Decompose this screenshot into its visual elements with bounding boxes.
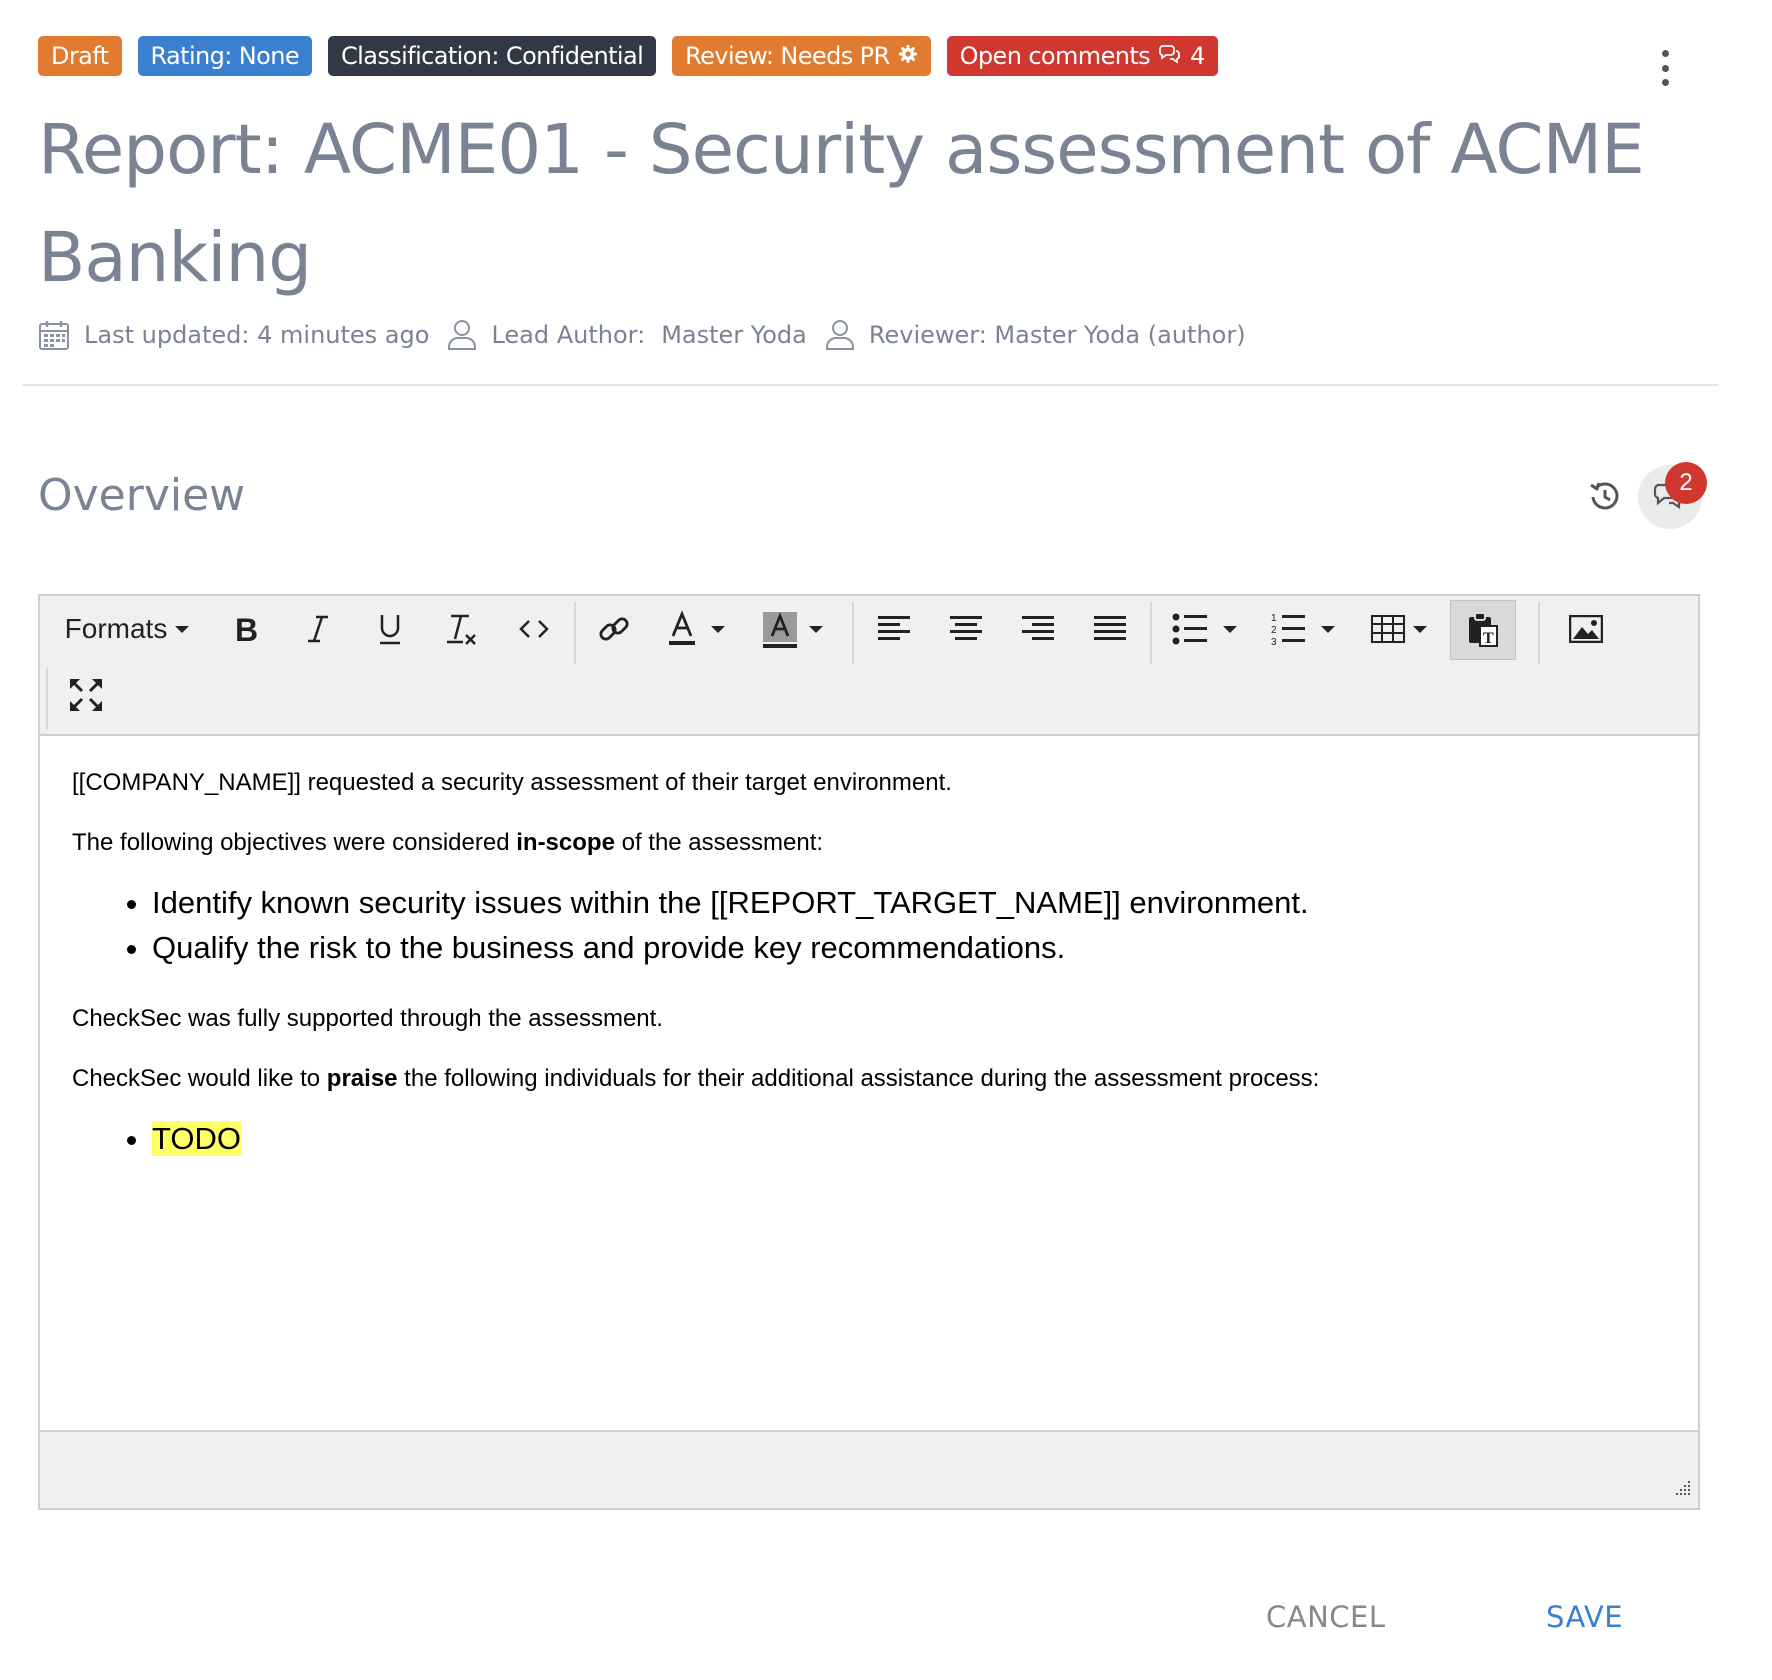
save-button[interactable]: SAVE [1546,1600,1623,1634]
resize-handle-icon[interactable] [1672,1477,1692,1502]
image-icon[interactable] [1556,600,1616,658]
fullscreen-icon[interactable] [62,666,110,724]
paragraph: CheckSec would like to praise the follow… [72,1062,1672,1096]
paragraph: CheckSec was fully supported through the… [72,1005,663,1032]
more-options-icon[interactable] [1655,50,1675,86]
draft-badge[interactable]: Draft [38,36,122,76]
last-updated: Last updated: 4 minutes ago [84,321,430,349]
svg-text:2: 2 [1271,625,1277,636]
user-icon [447,319,477,351]
comment-count-badge: 2 [1665,462,1707,504]
objectives-list: Identify known security issues within th… [72,880,1672,970]
background-color-icon[interactable] [756,600,804,658]
review-badge[interactable]: Review: Needs PR [672,36,931,76]
list-item: Qualify the risk to the business and pro… [152,925,1672,970]
toolbar-separator [46,668,48,730]
header-divider [22,384,1718,386]
align-right-icon[interactable] [1014,600,1062,658]
editor-statusbar [40,1430,1698,1508]
reviewer: Reviewer: Master Yoda (author) [868,321,1246,349]
cancel-button[interactable]: CANCEL [1266,1600,1386,1634]
praise-list: TODO [72,1116,1672,1161]
bullet-list-icon[interactable] [1166,600,1214,658]
status-badges: Draft Rating: None Classification: Confi… [38,36,1218,76]
svg-text:3: 3 [1271,637,1277,647]
chevron-down-icon [175,625,190,633]
rating-badge[interactable]: Rating: None [137,36,313,76]
chevron-down-icon [809,625,823,633]
svg-text:T: T [1483,630,1494,647]
formats-label: Formats [64,613,168,644]
align-justify-icon[interactable] [1086,600,1134,658]
editor-content[interactable]: [[COMPANY_NAME]] requested a security as… [72,766,1672,1161]
text-span: the following individuals for their addi… [397,1065,1320,1092]
open-comments-label: Open comments [959,42,1151,70]
lead-author-label: Lead Author: [491,321,646,349]
comments-icon [1158,36,1182,76]
highlighted-text: TODO [152,1121,241,1156]
list-item: TODO [152,1116,1672,1161]
toolbar-separator [574,602,576,664]
underline-button[interactable] [366,600,414,658]
list-item: Identify known security issues within th… [152,880,1672,925]
rating-badge-label: Rating: None [150,42,300,70]
classification-badge[interactable]: Classification: Confidential [328,36,657,76]
text-span: CheckSec would like to [72,1065,327,1092]
toolbar-separator [1150,602,1152,664]
chevron-down-icon [1413,625,1427,633]
chevron-down-icon [1223,625,1237,633]
svg-text:B: B [235,613,258,645]
bullet-list-dropdown[interactable] [1216,600,1244,658]
background-color-dropdown[interactable] [802,600,830,658]
calendar-icon [38,319,70,351]
code-icon[interactable] [510,600,558,658]
history-icon[interactable] [1588,480,1622,519]
section-title: Overview [38,470,246,521]
align-left-icon[interactable] [870,600,918,658]
rich-text-editor: Formats B 1 2 3 T [[COMPANY_NAME]] reque… [38,594,1700,1510]
classification-badge-label: Classification: Confidential [341,42,644,70]
paragraph: [[COMPANY_NAME]] requested a security as… [72,769,952,796]
bold-button[interactable]: B [222,600,270,658]
reviewer-user-icon [825,319,855,351]
paste-as-text-icon[interactable]: T [1450,600,1516,660]
chevron-down-icon [711,625,725,633]
bold-text: in-scope [516,829,615,856]
bold-text: praise [326,1065,398,1092]
chevron-down-icon [1321,625,1335,633]
svg-text:1: 1 [1271,613,1277,624]
open-comments-count: 4 [1190,42,1205,70]
lead-author-name: Master Yoda [661,321,807,349]
toolbar-separator [1538,602,1540,664]
editor-toolbar: Formats B 1 2 3 T [40,596,1698,736]
paragraph: The following objectives were considered… [72,826,1672,860]
toolbar-separator [852,602,854,664]
align-center-icon[interactable] [942,600,990,658]
text-color-icon[interactable] [658,600,706,658]
formats-dropdown[interactable]: Formats [62,600,192,658]
text-color-dropdown[interactable] [704,600,732,658]
review-badge-label: Review: Needs PR [685,42,890,70]
numbered-list-icon[interactable]: 123 [1264,600,1312,658]
text-span: of the assessment: [614,829,824,856]
open-comments-badge[interactable]: Open comments 4 [946,36,1218,76]
italic-button[interactable] [294,600,342,658]
table-icon[interactable] [1366,600,1432,658]
link-icon[interactable] [590,600,638,658]
report-meta: Last updated: 4 minutes ago Lead Author:… [38,318,1246,352]
text-span: The following objectives were considered [72,829,517,856]
gear-icon [898,36,918,76]
draft-badge-label: Draft [51,42,109,70]
page-title: Report: ACME01 - Security assessment of … [38,110,1645,298]
numbered-list-dropdown[interactable] [1314,600,1342,658]
clear-format-icon[interactable] [438,600,486,658]
